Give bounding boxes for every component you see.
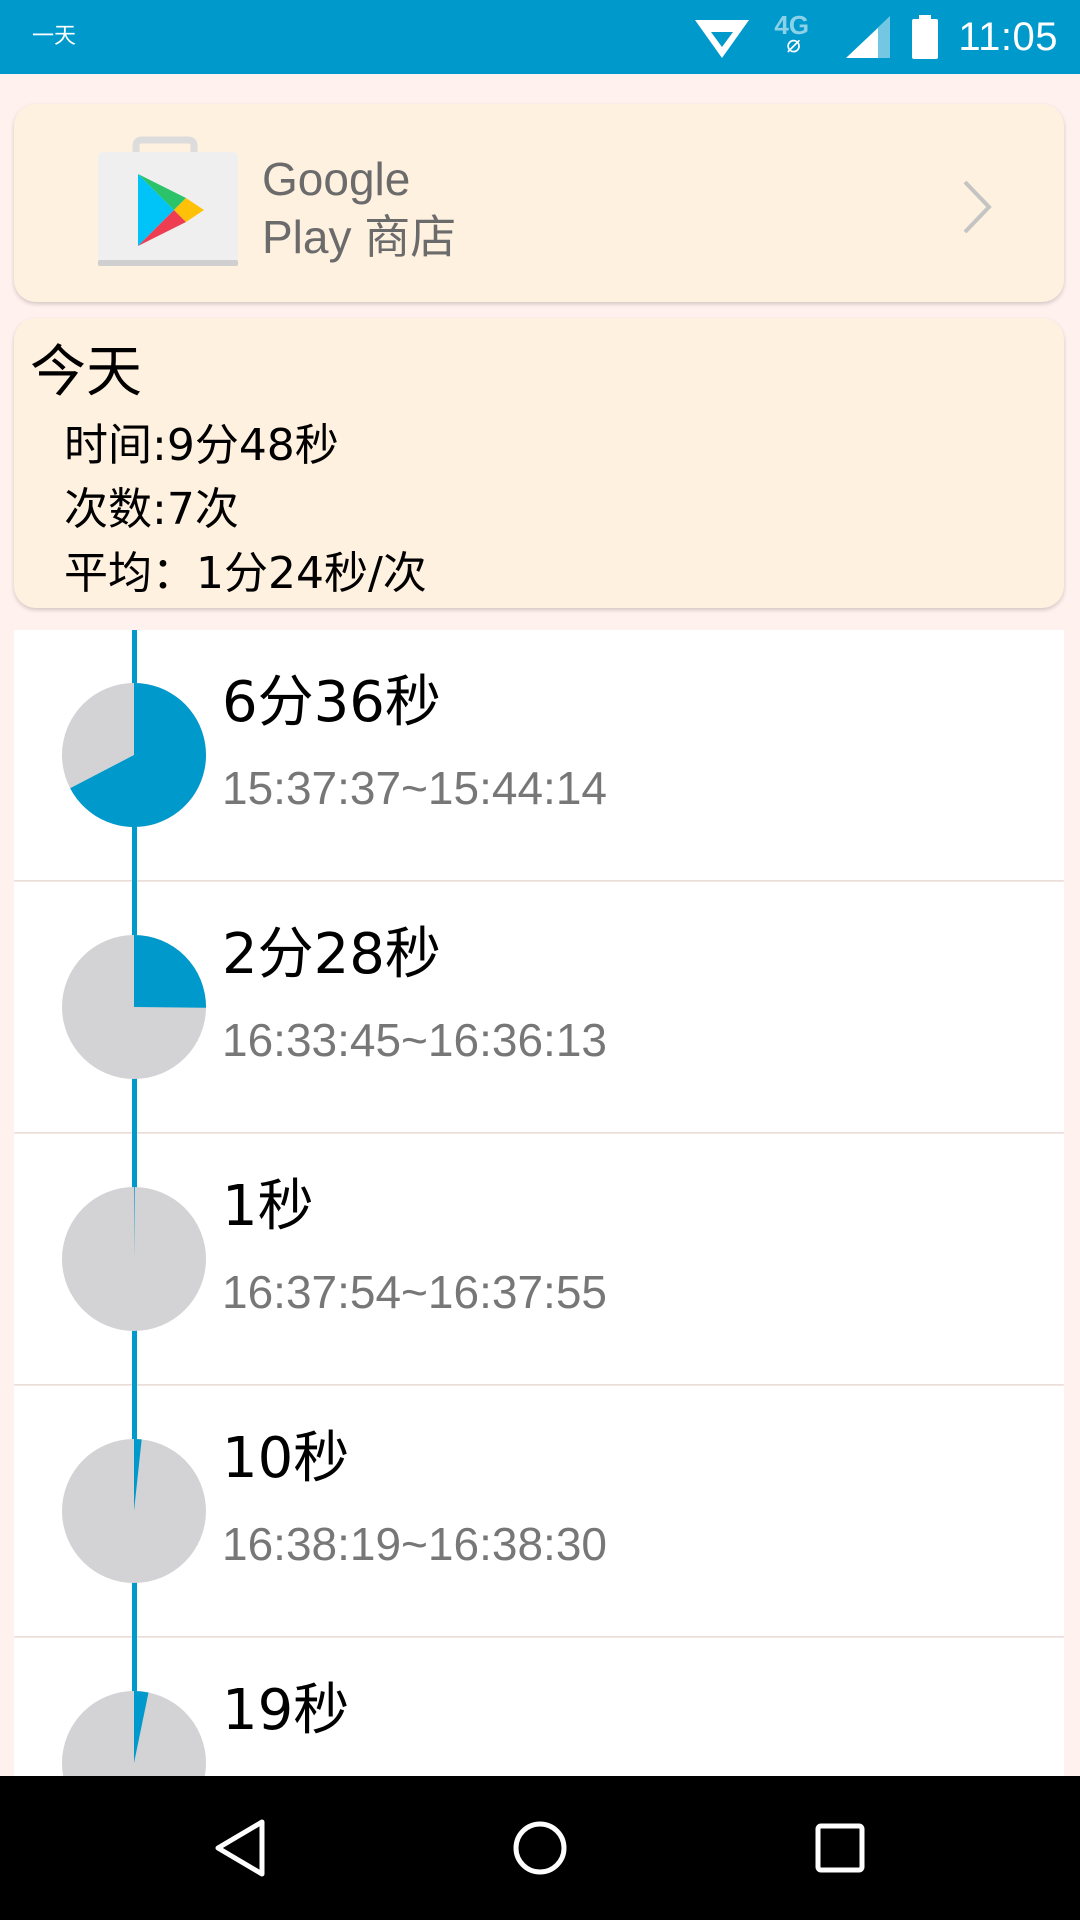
session-time-range: 16:38:19~16:38:30	[222, 1518, 607, 1570]
status-icons: 4G ⌀ 11:05	[692, 0, 1058, 74]
home-circle-icon[interactable]	[504, 1812, 576, 1884]
status-bar: 一天 4G ⌀ 11:05	[0, 0, 1080, 74]
session-duration: 1秒	[222, 1174, 314, 1239]
back-triangle-icon[interactable]	[204, 1812, 276, 1884]
session-duration: 6分36秒	[222, 670, 441, 735]
app-card[interactable]: Google Play 商店	[14, 104, 1064, 302]
session-pie-chart	[62, 683, 206, 827]
status-bar-label: 一天	[32, 24, 77, 49]
session-duration: 10秒	[222, 1426, 350, 1491]
session-duration: 2分28秒	[222, 922, 441, 987]
total-time: 时间:9分48秒	[64, 420, 339, 471]
session-count: 次数:7次	[64, 484, 239, 535]
session-time-range: 16:37:54~16:37:55	[222, 1266, 607, 1318]
summary-title: 今天	[30, 340, 142, 405]
clock: 11:05	[958, 14, 1058, 59]
session-pie-chart	[62, 1691, 206, 1776]
app-name-line2: Play 商店	[262, 211, 457, 263]
session-list[interactable]: 6分36秒 15:37:37~15:44:14 2分28秒 16:33:45~1…	[14, 630, 1064, 1776]
mobile-data-indicator: 4G ⌀	[770, 10, 826, 60]
google-play-store-icon	[98, 136, 238, 266]
recent-apps-square-icon[interactable]	[804, 1812, 876, 1884]
chevron-right-icon	[963, 180, 992, 234]
wifi-icon	[695, 20, 750, 58]
average-time: 平均：1分24秒/次	[64, 548, 427, 599]
battery-icon	[912, 15, 939, 59]
session-time-range: 16:33:45~16:36:13	[222, 1014, 607, 1066]
pie-slice	[134, 935, 206, 1008]
app-name: Google Play 商店	[262, 150, 456, 266]
session-pie-chart	[62, 935, 206, 1079]
session-pie-chart	[62, 1187, 206, 1331]
session-duration: 19秒	[222, 1678, 350, 1743]
app-name-line1: Google	[262, 153, 411, 205]
navigation-bar	[0, 1776, 1080, 1920]
session-time-range: 15:37:37~15:44:14	[222, 762, 607, 814]
signal-strength-icon	[846, 16, 891, 58]
session-pie-chart	[62, 1439, 206, 1583]
no-data-icon: ⌀	[786, 30, 801, 58]
